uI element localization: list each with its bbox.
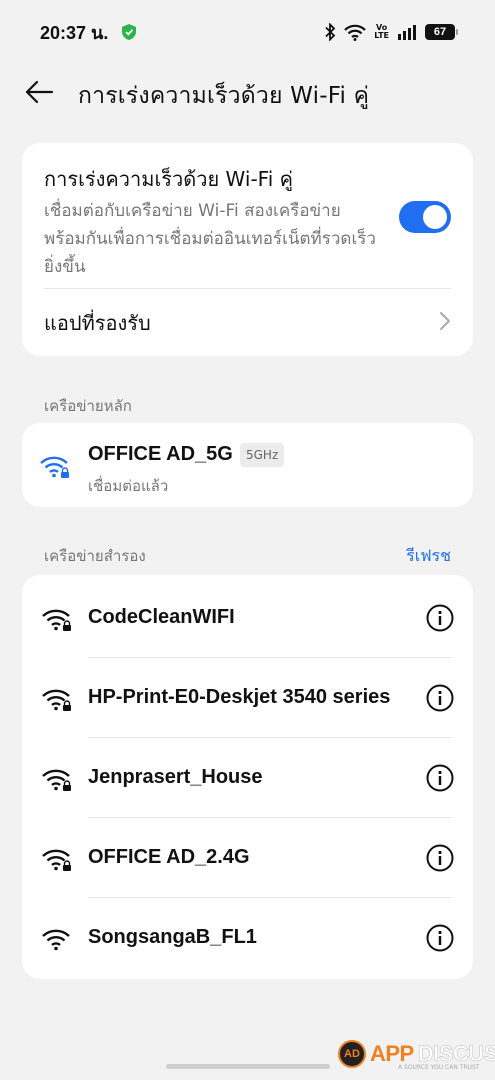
chevron-right-icon [440,312,450,330]
wifi-lock-icon [40,456,69,478]
supported-apps-label: แอปที่รองรับ [44,311,151,335]
wifi-lock-icon [42,849,71,871]
home-indicator[interactable] [166,1064,330,1069]
back-button[interactable] [22,76,56,108]
dual-wifi-description: เชื่อมต่อกับเครือข่าย Wi-Fi สองเครือข่าย… [44,201,376,277]
volte-indicator: Vo LTE [374,24,389,40]
status-icons: Vo LTE 67 [324,23,458,41]
info-icon[interactable] [426,764,454,792]
header: การเร่งความเร็วด้วย Wi-Fi คู่ [0,70,495,114]
network-row[interactable]: OFFICE AD_2.4G [22,818,473,898]
network-name: CodeCleanWIFI [88,606,235,628]
info-icon[interactable] [426,604,454,632]
band-badge: 5GHz [240,443,285,467]
dual-wifi-toggle[interactable] [399,201,451,233]
backup-section-label: เครือข่ายสำรอง [44,547,146,565]
network-name: Jenprasert_House [88,766,263,788]
supported-apps-row[interactable]: แอปที่รองรับ [22,289,473,355]
primary-network-name: OFFICE AD_5G [88,443,233,465]
wifi-lock-icon [42,609,71,631]
network-row[interactable]: CodeCleanWIFI [22,578,473,658]
battery-icon: 67 [425,24,458,40]
wifi-icon [42,929,70,951]
info-icon[interactable] [426,924,454,952]
primary-network-status: เชื่อมต่อแล้ว [88,477,169,495]
primary-section-label: เครือข่ายหลัก [44,397,132,415]
network-name: HP-Print-E0-Deskjet 3540 series [88,686,391,708]
network-name: SongsangaB_FL1 [88,926,257,948]
page-title: การเร่งความเร็วด้วย Wi-Fi คู่ [78,83,370,109]
volte-bottom: LTE [374,31,389,40]
network-row[interactable]: HP-Print-E0-Deskjet 3540 series [22,658,473,738]
status-time: 20:37 น. [40,22,109,43]
bluetooth-icon [325,23,336,41]
watermark-logo: AD APP DISCUS A SOURCE YOU CAN TRUST [338,1040,495,1071]
toggle-knob [423,205,447,229]
info-icon[interactable] [426,684,454,712]
network-name: OFFICE AD_2.4G [88,846,250,868]
network-row[interactable]: Jenprasert_House [22,738,473,818]
dual-wifi-title: การเร่งความเร็วด้วย Wi-Fi คู่ [44,167,294,191]
status-bar: 20:37 น. Vo LTE 67 [0,0,495,64]
battery-level: 67 [433,26,447,38]
primary-network-card[interactable]: OFFICE AD_5G 5GHz เชื่อมต่อแล้ว [22,423,473,507]
refresh-button[interactable]: รีเฟรช [406,544,451,569]
info-icon[interactable] [426,844,454,872]
backup-networks-card: CodeCleanWIFI HP-Print-E0-Deskjet 3540 s… [22,575,473,979]
wifi-lock-icon [42,689,71,711]
shield-icon [122,24,137,40]
watermark-badge: AD [338,1040,366,1068]
network-row[interactable]: SongsangaB_FL1 [22,898,473,978]
signal-icon [398,25,416,40]
watermark-tagline: A SOURCE YOU CAN TRUST [398,1064,480,1071]
wifi-lock-icon [42,769,71,791]
back-arrow-icon [25,80,54,104]
wifi-icon [344,24,367,41]
dual-wifi-card: การเร่งความเร็วด้วย Wi-Fi คู่ เชื่อมต่อก… [22,143,473,356]
